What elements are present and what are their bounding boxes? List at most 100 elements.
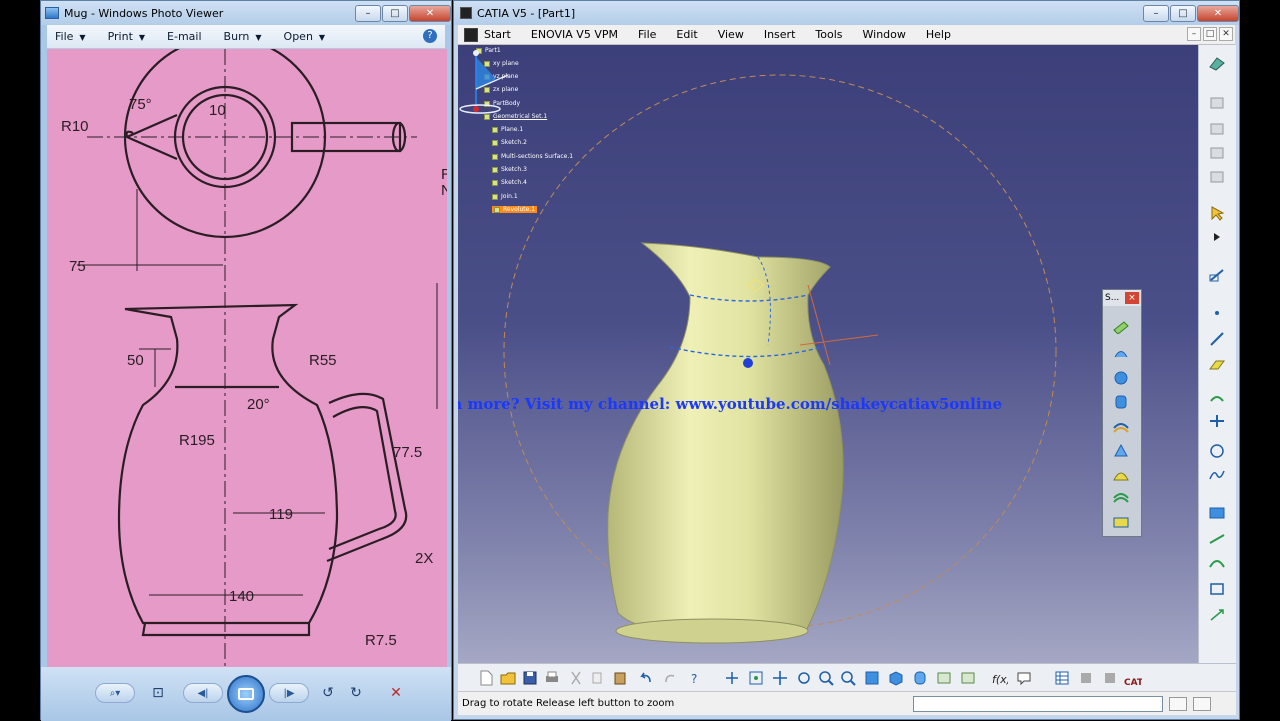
spline-icon[interactable] bbox=[1206, 465, 1228, 485]
catia-start-icon[interactable] bbox=[464, 27, 478, 42]
catia-titlebar[interactable]: CATIA V5 - [Part1] – □ ✕ bbox=[454, 1, 1239, 25]
split-icon[interactable] bbox=[1206, 529, 1228, 549]
compass-icon[interactable] bbox=[458, 45, 518, 117]
join-icon[interactable] bbox=[1206, 503, 1228, 523]
extrude-surface-icon[interactable] bbox=[1112, 318, 1134, 338]
tree-node-join1[interactable]: Join.1 bbox=[492, 193, 518, 200]
print-icon[interactable] bbox=[542, 668, 562, 688]
menu-tools[interactable]: Tools bbox=[815, 28, 842, 41]
redo-icon[interactable] bbox=[660, 668, 680, 688]
menu-email[interactable]: E-mail bbox=[167, 30, 202, 43]
formula-icon[interactable]: f(x) bbox=[990, 668, 1010, 688]
menu-help[interactable]: Help bbox=[926, 28, 951, 41]
maximize-button[interactable]: □ bbox=[382, 4, 408, 22]
paste-icon[interactable] bbox=[610, 668, 630, 688]
save-icon[interactable] bbox=[520, 668, 540, 688]
copy-icon[interactable] bbox=[588, 668, 608, 688]
open-icon[interactable] bbox=[498, 668, 518, 688]
help-icon[interactable]: ? bbox=[423, 29, 437, 43]
tree-node-sketch3[interactable]: Sketch.3 bbox=[492, 166, 527, 173]
status-button-2[interactable] bbox=[1193, 696, 1211, 711]
measure-icon[interactable] bbox=[1100, 668, 1120, 688]
menu-enovia[interactable]: ENOVIA V5 VPM bbox=[531, 28, 618, 41]
menu-file[interactable]: File ▼ bbox=[55, 30, 86, 43]
surfaces-floating-toolbar[interactable]: S... × bbox=[1102, 289, 1142, 537]
3d-viewport[interactable]: Part1 xy plane yz plane zx plane PartBod… bbox=[458, 45, 1198, 663]
delete-icon[interactable]: ✕ bbox=[383, 680, 409, 706]
tree-node-sketch2[interactable]: Sketch.2 bbox=[492, 139, 527, 146]
previous-icon[interactable]: ◀| bbox=[183, 683, 223, 703]
menu-insert[interactable]: Insert bbox=[764, 28, 796, 41]
catia-maximize-button[interactable]: □ bbox=[1170, 4, 1196, 22]
point-icon[interactable] bbox=[1206, 303, 1228, 323]
comment-icon[interactable] bbox=[1014, 668, 1034, 688]
catalog-icon[interactable] bbox=[1206, 93, 1228, 113]
catia-minimize-button[interactable]: – bbox=[1143, 4, 1169, 22]
menu-edit[interactable]: Edit bbox=[676, 28, 697, 41]
update-icon[interactable] bbox=[1206, 119, 1228, 139]
cut-icon[interactable] bbox=[566, 668, 586, 688]
line-icon[interactable] bbox=[1206, 329, 1228, 349]
rotate-cw-icon[interactable]: ↻ bbox=[343, 680, 369, 706]
photo-viewer-titlebar[interactable]: Mug - Windows Photo Viewer – □ ✕ bbox=[41, 1, 451, 25]
doc-restore-button[interactable]: □ bbox=[1203, 27, 1217, 41]
minimize-button[interactable]: – bbox=[355, 4, 381, 22]
extract-icon[interactable] bbox=[1206, 579, 1228, 599]
slideshow-icon[interactable] bbox=[227, 675, 265, 713]
hide-show-icon[interactable] bbox=[934, 668, 954, 688]
menu-print[interactable]: Print ▼ bbox=[108, 30, 145, 43]
whats-this-icon[interactable]: ? bbox=[686, 668, 706, 688]
menu-window[interactable]: Window bbox=[863, 28, 906, 41]
shading-icon[interactable] bbox=[910, 668, 930, 688]
cylinder-surface-icon[interactable] bbox=[1112, 394, 1134, 414]
zoom-in-icon[interactable] bbox=[816, 668, 836, 688]
circle-icon[interactable] bbox=[1206, 441, 1228, 461]
next-icon[interactable]: |▶ bbox=[269, 683, 309, 703]
tree-node-revolute1[interactable]: Revolute.1 bbox=[492, 206, 538, 213]
pan-icon[interactable] bbox=[770, 668, 790, 688]
revolve-surface-icon[interactable] bbox=[1112, 344, 1134, 364]
plane-icon[interactable] bbox=[1206, 355, 1228, 375]
doc-close-button[interactable]: ✕ bbox=[1219, 27, 1233, 41]
zoom-icon[interactable]: ⌕▾ bbox=[95, 683, 135, 703]
trim-icon[interactable] bbox=[1206, 553, 1228, 573]
menu-burn[interactable]: Burn ▼ bbox=[224, 30, 262, 43]
fill-surface-icon[interactable] bbox=[1112, 466, 1134, 486]
fit-all-icon[interactable] bbox=[746, 668, 766, 688]
intersection-icon[interactable] bbox=[1206, 411, 1228, 431]
floating-toolbar-close-button[interactable]: × bbox=[1125, 292, 1139, 304]
menu-open[interactable]: Open ▼ bbox=[284, 30, 326, 43]
multisection-surface-icon[interactable] bbox=[1112, 490, 1134, 510]
translate-icon[interactable] bbox=[1206, 605, 1228, 625]
tree-node-plane1[interactable]: Plane.1 bbox=[492, 126, 523, 133]
new-icon[interactable] bbox=[476, 668, 496, 688]
status-button-1[interactable] bbox=[1169, 696, 1187, 711]
menu-view[interactable]: View bbox=[718, 28, 744, 41]
normal-view-icon[interactable] bbox=[862, 668, 882, 688]
iso-view-icon[interactable] bbox=[886, 668, 906, 688]
menu-file[interactable]: File bbox=[638, 28, 656, 41]
doc-minimize-button[interactable]: – bbox=[1187, 27, 1201, 41]
sweep-surface-icon[interactable] bbox=[1112, 442, 1134, 462]
catia-close-button[interactable]: ✕ bbox=[1197, 4, 1239, 22]
analysis-icon[interactable] bbox=[1076, 668, 1096, 688]
paste-special-icon[interactable] bbox=[1206, 167, 1228, 187]
zoom-out-icon[interactable] bbox=[838, 668, 858, 688]
expand-arrow-icon[interactable] bbox=[1206, 227, 1228, 247]
rotate-ccw-icon[interactable]: ↺ bbox=[315, 680, 341, 706]
fly-mode-icon[interactable] bbox=[722, 668, 742, 688]
workbench-icon[interactable] bbox=[1206, 53, 1228, 73]
projection-icon[interactable] bbox=[1206, 387, 1228, 407]
table-icon[interactable] bbox=[1052, 668, 1072, 688]
rotate-icon[interactable] bbox=[794, 668, 814, 688]
swap-space-icon[interactable] bbox=[958, 668, 978, 688]
blend-surface-icon[interactable] bbox=[1112, 514, 1134, 534]
select-icon[interactable] bbox=[1206, 203, 1228, 223]
offset-surface-icon[interactable] bbox=[1112, 418, 1134, 438]
tree-node-sketch4[interactable]: Sketch.4 bbox=[492, 179, 527, 186]
tree-node-multisection-surface[interactable]: Multi-sections Surface.1 bbox=[492, 153, 573, 160]
sphere-surface-icon[interactable] bbox=[1112, 370, 1134, 390]
command-input[interactable] bbox=[913, 695, 1163, 712]
menu-start[interactable]: Start bbox=[484, 28, 511, 41]
sketcher-icon[interactable] bbox=[1206, 265, 1228, 285]
